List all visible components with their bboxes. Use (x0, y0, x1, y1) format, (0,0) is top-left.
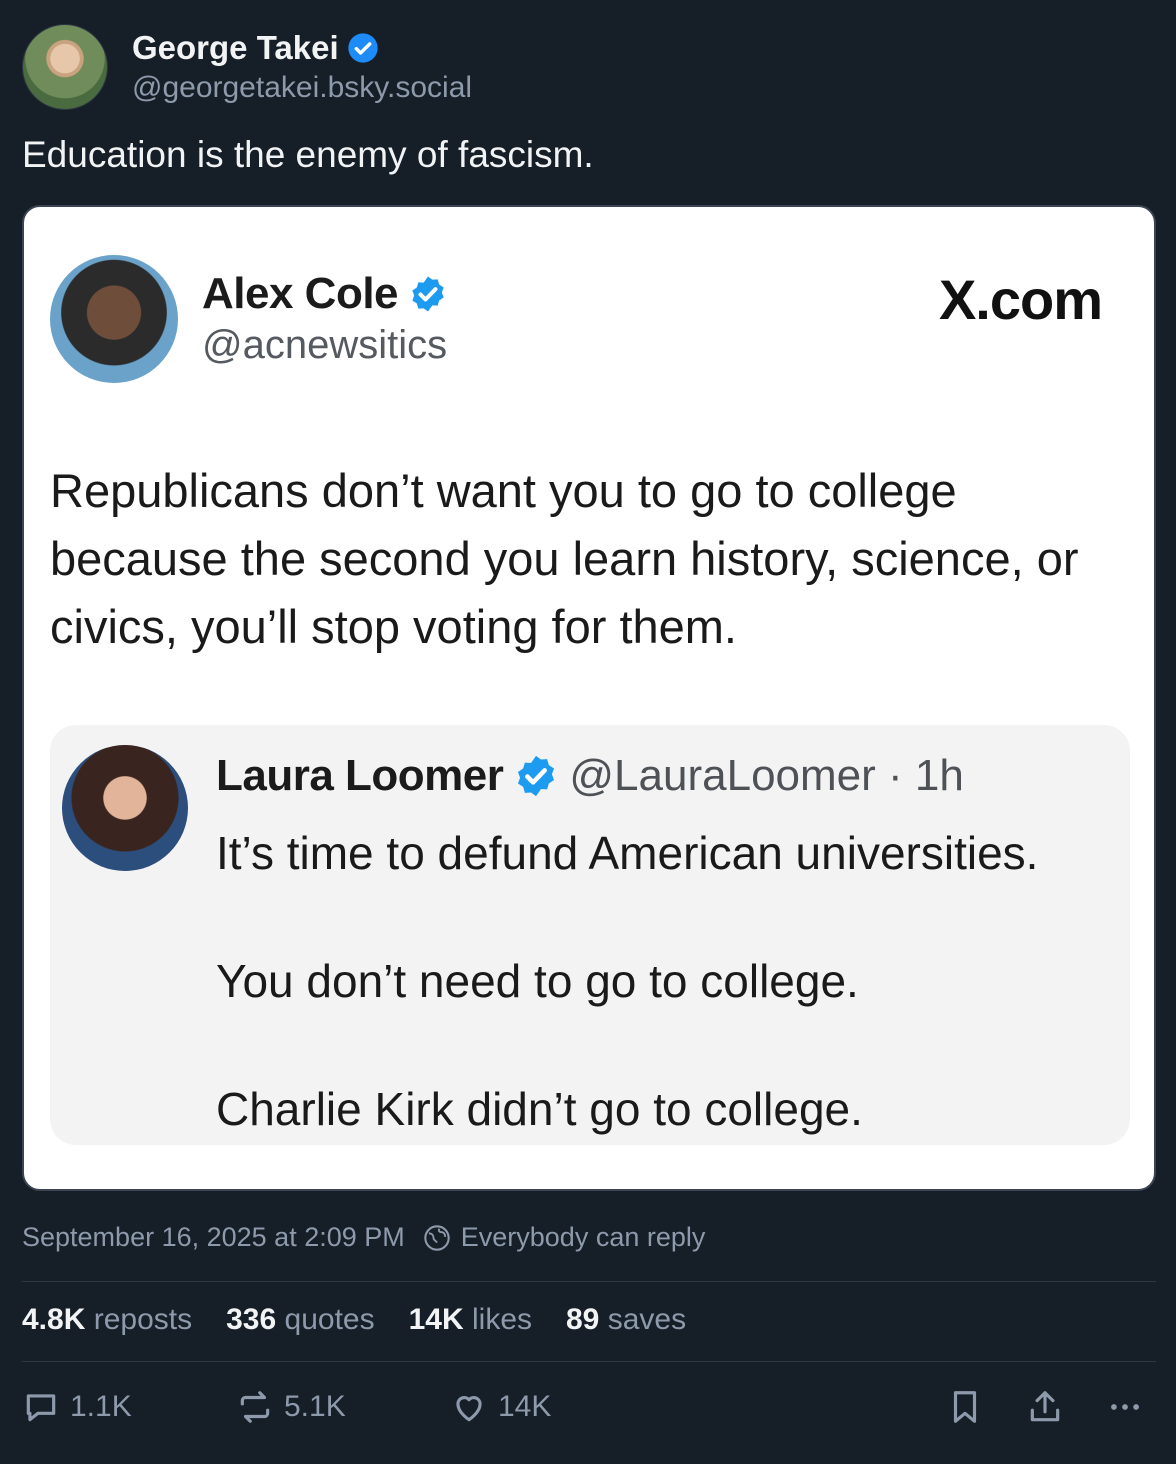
share-button[interactable] (1026, 1388, 1064, 1426)
quoted-text: It’s time to defund American universitie… (216, 821, 1039, 1189)
embed-author-avatar (50, 255, 178, 383)
source-label: X.com (938, 268, 1103, 331)
reposts-stat[interactable]: 4.8K reposts (22, 1303, 192, 1337)
action-bar: 1.1K 5.1K 14K (22, 1388, 1156, 1434)
repost-button[interactable]: 5.1K (236, 1388, 346, 1426)
heart-icon (456, 1396, 482, 1422)
comment-icon (26, 1394, 56, 1422)
post-text: Education is the enemy of fascism. (22, 134, 594, 175)
author-handle[interactable]: @georgetakei.bsky.social (132, 71, 472, 105)
quotes-stat[interactable]: 336 quotes (226, 1303, 374, 1337)
quoted-post: Laura Loomer @LauraLoomer · 1h It’s time… (50, 725, 1130, 1145)
reply-setting[interactable]: Everybody can reply (461, 1222, 706, 1253)
quoted-author-handle: @LauraLoomer · 1h (569, 751, 964, 800)
quoted-line: You don’t need to go to college. (216, 955, 859, 1007)
embed-author-handle: @acnewsitics (202, 323, 448, 367)
embedded-image[interactable]: Alex Cole @acnewsitics X.com Republicans… (22, 205, 1156, 1191)
verified-badge-icon (518, 755, 555, 797)
like-count: 14K (498, 1390, 552, 1423)
author-avatar[interactable] (22, 24, 108, 110)
quoted-author-name: Laura Loomer (216, 751, 504, 800)
timestamp[interactable]: September 16, 2025 at 2:09 PM (22, 1222, 405, 1253)
divider (22, 1281, 1156, 1282)
more-icon (1111, 1404, 1139, 1410)
verified-check-icon (347, 33, 378, 63)
embed-author-name: Alex Cole (202, 269, 399, 318)
author-name[interactable]: George Takei (132, 29, 339, 67)
repost-count: 5.1K (284, 1390, 346, 1423)
quoted-line: It’s time to defund American universitie… (216, 827, 1039, 879)
post-header: George Takei @georgetakei.bsky.social (22, 24, 472, 110)
bookmark-button[interactable] (946, 1388, 984, 1426)
verified-badge-icon (412, 276, 444, 312)
author-name-row: George Takei (132, 29, 472, 67)
author-info: George Takei @georgetakei.bsky.social (132, 29, 472, 105)
saves-stat[interactable]: 89 saves (566, 1303, 686, 1337)
more-button[interactable] (1106, 1388, 1144, 1426)
likes-stat[interactable]: 14K likes (409, 1303, 532, 1337)
bookmark-icon (953, 1391, 977, 1423)
repost-icon (240, 1391, 270, 1423)
reply-count: 1.1K (70, 1390, 132, 1423)
engagement-stats: 4.8K reposts 336 quotes 14K likes 89 sav… (22, 1303, 686, 1337)
quoted-line: Charlie Kirk didn’t go to college. (216, 1083, 863, 1135)
divider (22, 1361, 1156, 1362)
like-button[interactable]: 14K (450, 1388, 551, 1426)
quoted-author-row: Laura Loomer @LauraLoomer · 1h (216, 751, 964, 801)
embed-text: Republicans don’t want you to go to coll… (50, 464, 1079, 653)
quoted-author-avatar (62, 745, 188, 871)
post-meta: September 16, 2025 at 2:09 PM Everybody … (22, 1222, 705, 1253)
globe-icon (424, 1224, 450, 1251)
share-icon (1030, 1391, 1060, 1422)
embed-author-name-row: Alex Cole (202, 269, 448, 319)
reply-button[interactable]: 1.1K (22, 1388, 132, 1426)
